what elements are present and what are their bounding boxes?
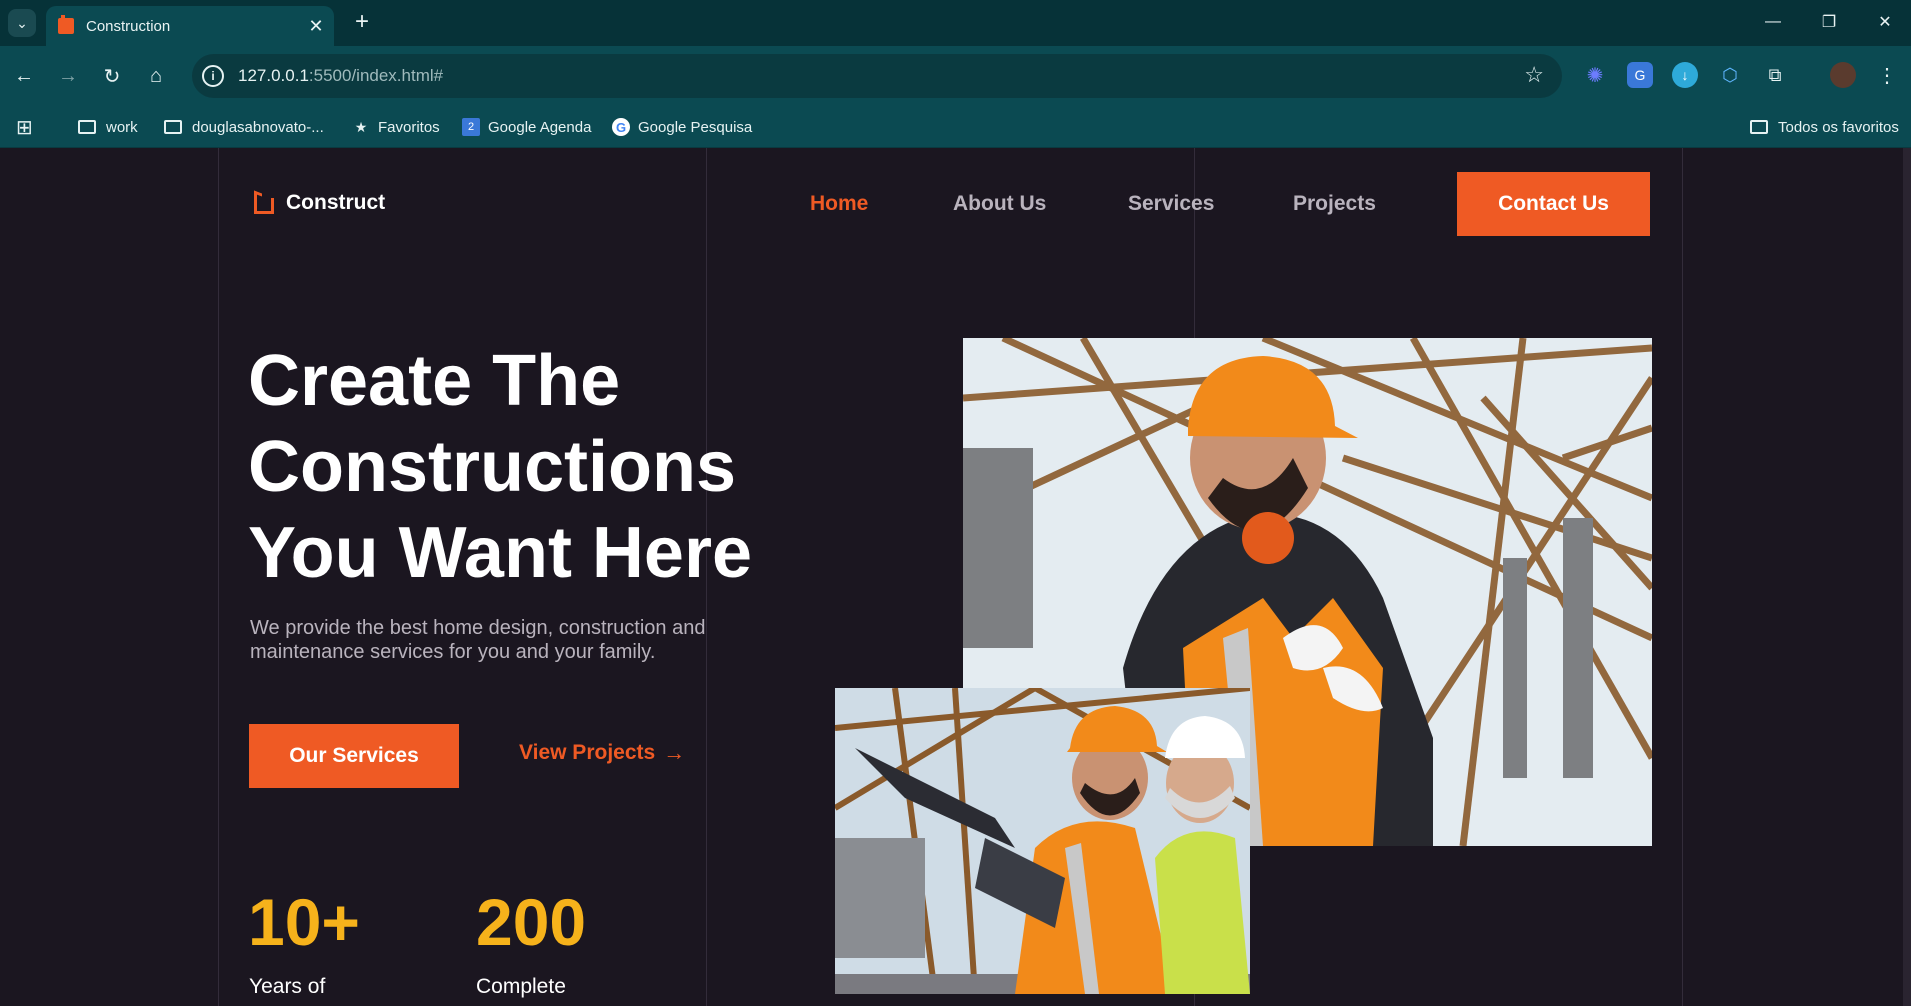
contact-us-button[interactable]: Contact Us (1457, 172, 1650, 236)
new-tab-button[interactable]: + (348, 8, 376, 36)
bookmark-google-agenda[interactable]: 2 Google Agenda (462, 116, 591, 138)
google-icon: G (612, 118, 630, 136)
reload-icon[interactable]: ↻ (96, 60, 128, 92)
nav-about-us[interactable]: About Us (953, 192, 1046, 216)
folder-icon (78, 120, 96, 134)
logo-icon (252, 190, 278, 216)
stat-years-value: 10+ (248, 885, 360, 959)
extensions-icon[interactable]: ⧉ (1762, 62, 1788, 88)
tab-bar: ⌄ Construction ✕ + — ❐ ✕ (0, 0, 1911, 46)
nav-home[interactable]: Home (810, 192, 868, 216)
bookmark-google-pesquisa[interactable]: G Google Pesquisa (612, 116, 752, 138)
tab-title: Construction (86, 17, 171, 35)
forward-icon[interactable]: → (52, 60, 84, 92)
bookmark-favoritos[interactable]: ★ Favoritos (352, 116, 440, 138)
download-extension-icon[interactable]: ↓ (1672, 62, 1698, 88)
folder-icon (164, 120, 182, 134)
profile-avatar[interactable] (1830, 62, 1856, 88)
translate-icon[interactable]: G (1627, 62, 1653, 88)
workers-pointing-image (835, 688, 1250, 994)
bookmarks-bar: ⊞ work douglasabnovato-... ★ Favoritos 2… (0, 106, 1911, 148)
url-text[interactable]: 127.0.0.1:5500/index.html# (238, 66, 443, 86)
nav-services[interactable]: Services (1128, 192, 1214, 216)
page-scrollbar[interactable] (1903, 148, 1911, 1006)
navigation-bar: ← → ↻ ⌂ i 127.0.0.1:5500/index.html# ☆ ✺… (0, 46, 1911, 106)
star-icon: ★ (354, 118, 368, 135)
extension-puzzle-icon[interactable]: ✺ (1582, 62, 1608, 88)
site-logo[interactable]: Construct (252, 190, 385, 216)
hero-subtitle: We provide the best home design, constru… (250, 617, 706, 663)
minimize-icon[interactable]: — (1745, 0, 1801, 44)
calendar-icon: 2 (462, 118, 480, 136)
restore-icon[interactable]: ❐ (1801, 0, 1857, 44)
arrow-right-icon: → (663, 740, 686, 765)
grid-line (218, 148, 219, 1006)
active-tab[interactable]: Construction ✕ (46, 6, 334, 46)
close-window-icon[interactable]: ✕ (1857, 0, 1911, 44)
folder-icon (1750, 120, 1768, 134)
site-info-icon[interactable]: i (202, 65, 224, 87)
tab-favicon-icon (58, 15, 74, 34)
hero-title: Create The Constructions You Want Here (248, 341, 753, 593)
grid-line (1682, 148, 1683, 1006)
browser-chrome: ⌄ Construction ✕ + — ❐ ✕ ← → ↻ ⌂ i 127.0… (0, 0, 1911, 148)
nav-projects[interactable]: Projects (1293, 192, 1376, 216)
back-icon[interactable]: ← (8, 60, 40, 92)
bookmark-work[interactable]: work (78, 116, 138, 138)
apps-grid-icon[interactable]: ⊞ (16, 116, 33, 139)
stat-years-label: Years of (249, 975, 326, 998)
bookmark-star-icon[interactable]: ☆ (1524, 62, 1544, 88)
home-icon[interactable]: ⌂ (140, 60, 172, 92)
tab-search-button[interactable]: ⌄ (8, 9, 36, 37)
menu-kebab-icon[interactable]: ⋮ (1874, 62, 1900, 88)
tab-close-icon[interactable]: ✕ (302, 16, 330, 37)
bookmark-all[interactable]: Todos os favoritos (1750, 116, 1899, 138)
shield-extension-icon[interactable]: ⬡ (1717, 62, 1743, 88)
website-page: Construct Home About Us Services Project… (0, 148, 1911, 1006)
our-services-button[interactable]: Our Services (249, 724, 459, 788)
stat-projects-label: Complete (476, 975, 566, 998)
bookmark-douglas[interactable]: douglasabnovato-... (164, 116, 324, 138)
address-bar[interactable]: i 127.0.0.1:5500/index.html# ☆ (192, 54, 1562, 98)
view-projects-link[interactable]: View Projects → (519, 740, 685, 766)
stat-projects-value: 200 (476, 885, 587, 959)
